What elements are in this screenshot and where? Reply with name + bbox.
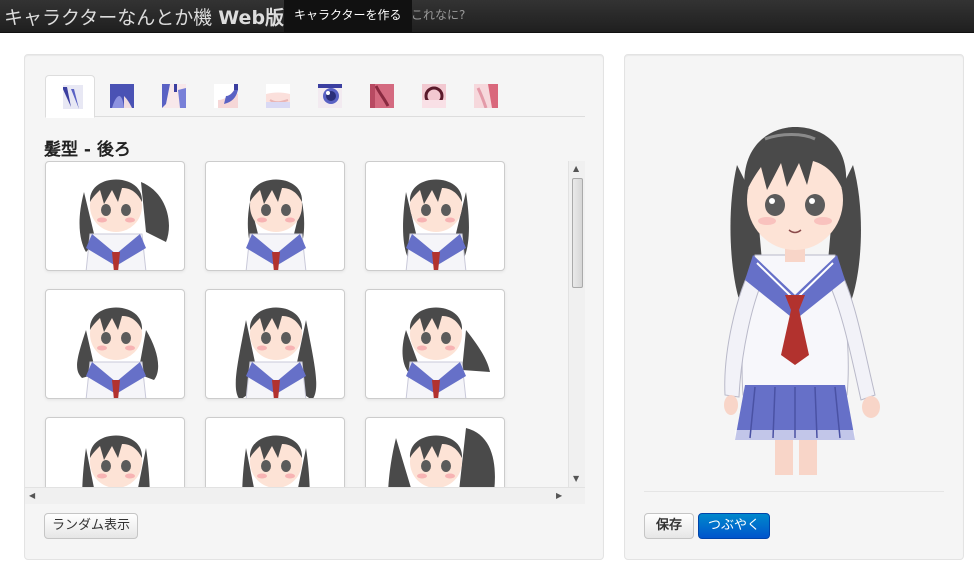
part-option-image (403, 179, 469, 270)
tab-face[interactable] (253, 75, 303, 117)
part-option-thumb[interactable] (45, 289, 185, 399)
scroll-down-icon[interactable]: ▼ (573, 474, 579, 483)
accessory-icon (474, 84, 498, 108)
eyes-color-icon (370, 84, 394, 108)
scroll-up-icon[interactable]: ▲ (573, 164, 579, 173)
preview-divider (644, 491, 944, 492)
save-button[interactable]: 保存 (644, 513, 694, 539)
section-title: 髪型 - 後ろ (44, 140, 131, 160)
brand-prefix: キャラクターなんとか機 (4, 7, 219, 29)
brand-title[interactable]: キャラクターなんとか機 Web版 (4, 3, 284, 30)
part-option-thumb[interactable] (205, 289, 345, 399)
random-display-button[interactable]: ランダム表示 (44, 513, 138, 539)
tab-hair-side[interactable] (149, 75, 199, 117)
part-option-image (245, 179, 307, 270)
tab-mouth[interactable] (409, 75, 459, 117)
tab-hair-front[interactable] (97, 75, 147, 117)
tab-eyes-color[interactable] (357, 75, 407, 117)
parts-option-grid (25, 161, 585, 503)
parts-editor-panel: 髪型 - 後ろ ▲ ▼ ◀ ▶ ランダム表示 (24, 54, 604, 560)
character-preview-image (724, 127, 880, 475)
face-icon (266, 84, 290, 108)
top-navbar: キャラクターなんとか機 Web版 キャラクターを作る これなに? (0, 0, 974, 33)
part-option-thumb[interactable] (45, 161, 185, 271)
scroll-left-icon[interactable]: ◀ (29, 491, 35, 500)
part-option-image (402, 307, 490, 398)
scroll-right-icon[interactable]: ▶ (556, 491, 562, 500)
tab-ahoge[interactable] (201, 75, 251, 117)
part-option-image (77, 307, 159, 398)
part-option-thumb[interactable] (205, 161, 345, 271)
tab-accessory[interactable] (461, 75, 511, 117)
tweet-button[interactable]: つぶやく (698, 513, 770, 539)
tab-eyes[interactable] (305, 75, 355, 117)
character-preview-panel: 保存 つぶやく (624, 54, 964, 560)
parts-tabs (45, 75, 585, 118)
nav-create-character[interactable]: キャラクターを作る (284, 0, 412, 33)
grid-horizontal-scrollbar[interactable]: ◀ ▶ (25, 487, 585, 504)
grid-vertical-scrollbar[interactable]: ▲ ▼ (568, 161, 585, 487)
hair-front-icon (110, 84, 134, 108)
scrollbar-thumb[interactable] (572, 178, 583, 288)
hair-back-icon (59, 85, 83, 109)
brand-suffix: Web版 (218, 7, 285, 29)
part-option-image (79, 179, 169, 270)
part-option-image (235, 307, 317, 398)
hair-side-icon (162, 84, 186, 108)
ahoge-icon (214, 84, 238, 108)
mouth-icon (422, 84, 446, 108)
eyes-icon (318, 84, 342, 108)
tab-hair-back[interactable] (45, 75, 95, 118)
nav-about[interactable]: これなに? (401, 0, 475, 33)
part-option-thumb[interactable] (365, 289, 505, 399)
part-option-thumb[interactable] (365, 161, 505, 271)
